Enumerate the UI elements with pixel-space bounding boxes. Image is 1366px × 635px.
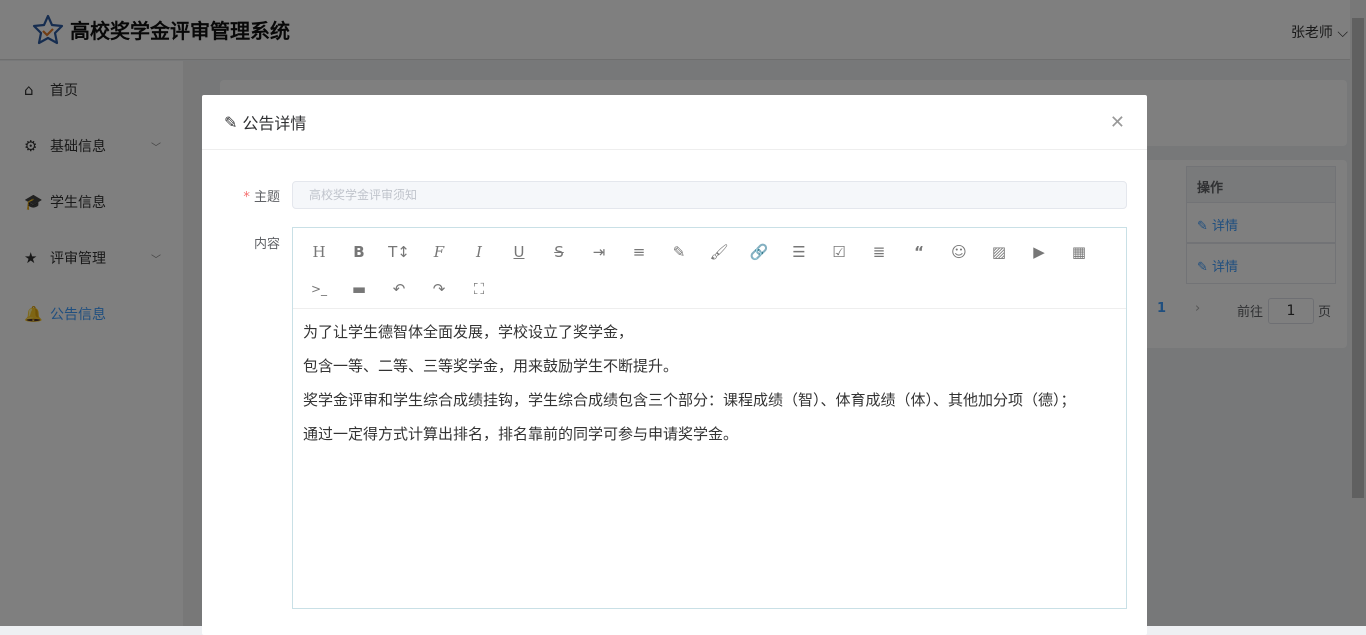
- line-height-icon[interactable]: ≡: [619, 234, 659, 270]
- subject-label: * 主题: [243, 190, 280, 205]
- editor-content[interactable]: 为了让学生德智体全面发展，学校设立了奖学金， 包含一等、二等、三等奖学金，用来鼓…: [293, 309, 1126, 469]
- list-icon[interactable]: ☰: [779, 234, 819, 270]
- bold-icon[interactable]: B: [339, 234, 379, 270]
- notice-detail-dialog: ✎ 公告详情 ✕ * 主题 高校奖学金评审须知 内容 H B T↕ F I U S…: [202, 95, 1147, 635]
- code-icon[interactable]: >_: [299, 271, 339, 307]
- redo-icon[interactable]: ↷: [419, 271, 459, 307]
- font-family-icon[interactable]: F: [419, 234, 459, 270]
- italic-icon[interactable]: I: [459, 234, 499, 270]
- strikethrough-icon[interactable]: S: [539, 234, 579, 270]
- close-icon[interactable]: ✕: [1110, 112, 1125, 133]
- content-paragraph: 通过一定得方式计算出排名，排名靠前的同学可参与申请奖学金。: [303, 425, 739, 443]
- align-icon[interactable]: ≣: [859, 234, 899, 270]
- divider-icon[interactable]: ▬: [339, 271, 379, 307]
- dialog-header: ✎ 公告详情: [202, 95, 1147, 150]
- table-icon[interactable]: ▦: [1059, 234, 1099, 270]
- font-size-icon[interactable]: T↕: [379, 234, 419, 270]
- rich-text-editor[interactable]: H B T↕ F I U S ⇥ ≡ ✎ 🖌 🔗 ☰ ☑ ≣ “ ☺ ▨ ▶ ▦…: [292, 227, 1127, 609]
- checkbox-icon[interactable]: ☑: [819, 234, 859, 270]
- content-paragraph: 为了让学生德智体全面发展，学校设立了奖学金，: [303, 323, 634, 341]
- subject-input[interactable]: 高校奖学金评审须知: [292, 181, 1127, 209]
- heading-icon[interactable]: H: [299, 234, 339, 270]
- video-icon[interactable]: ▶: [1019, 234, 1059, 270]
- brush-icon[interactable]: 🖌: [699, 234, 739, 270]
- underline-icon[interactable]: U: [499, 234, 539, 270]
- quote-icon[interactable]: “: [899, 234, 939, 270]
- edit-icon: ✎: [224, 112, 238, 132]
- indent-icon[interactable]: ⇥: [579, 234, 619, 270]
- editor-toolbar: H B T↕ F I U S ⇥ ≡ ✎ 🖌 🔗 ☰ ☑ ≣ “ ☺ ▨ ▶ ▦…: [293, 228, 1126, 309]
- content-paragraph: 包含一等、二等、三等奖学金，用来鼓励学生不断提升。: [303, 357, 679, 375]
- link-icon[interactable]: 🔗: [739, 234, 779, 270]
- image-icon[interactable]: ▨: [979, 234, 1019, 270]
- fullscreen-icon[interactable]: ⛶: [459, 271, 499, 307]
- undo-icon[interactable]: ↶: [379, 271, 419, 307]
- content-label: 内容: [253, 237, 280, 252]
- content-paragraph: 奖学金评审和学生综合成绩挂钩，学生综合成绩包含三个部分：课程成绩（智）、体育成绩…: [303, 391, 1076, 409]
- dialog-title: 公告详情: [242, 114, 307, 133]
- pen-icon[interactable]: ✎: [659, 234, 699, 270]
- subject-label-text: 主题: [253, 190, 280, 205]
- emoji-icon[interactable]: ☺: [939, 234, 979, 270]
